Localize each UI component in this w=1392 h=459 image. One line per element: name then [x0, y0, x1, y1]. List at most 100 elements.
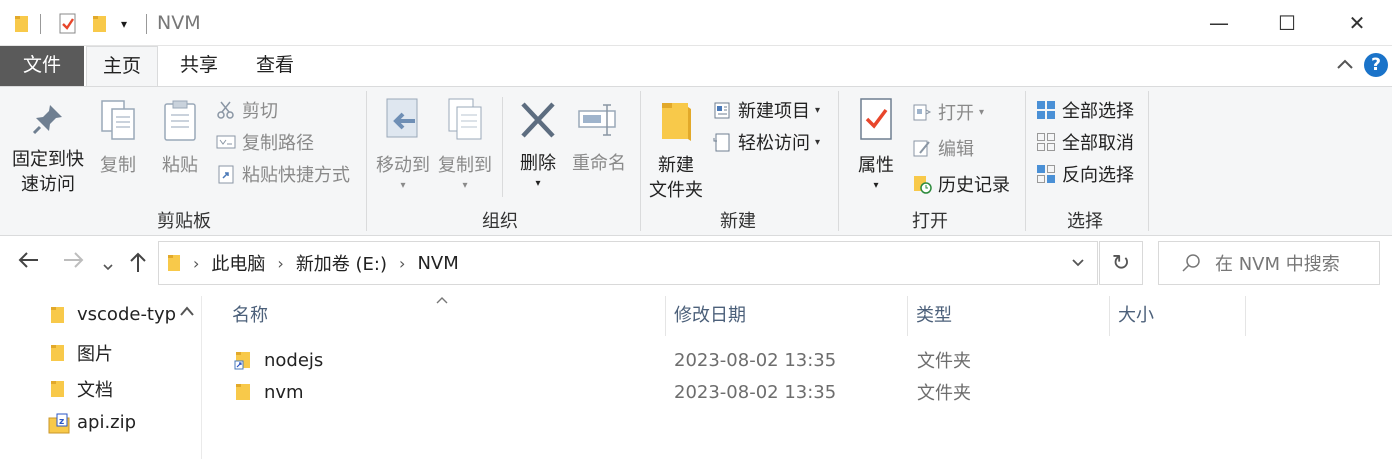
collapse-ribbon-icon[interactable]: [1336, 56, 1354, 74]
window-title: NVM: [157, 12, 201, 34]
history-icon: [912, 174, 932, 194]
nav-item-label: 图片: [77, 344, 113, 365]
group-divider: [1025, 91, 1026, 231]
properties-quick-icon[interactable]: [58, 12, 78, 36]
back-arrow-icon[interactable]: [16, 250, 40, 276]
group-label-new: 新建: [720, 211, 756, 232]
nav-item-api-zip[interactable]: z api.zip: [48, 412, 136, 433]
search-icon: [1181, 253, 1201, 273]
move-to-button[interactable]: 移动到 ▾: [372, 97, 434, 192]
nav-item-label: vscode-typ: [77, 304, 177, 325]
column-header-type[interactable]: 类型: [908, 296, 1110, 336]
column-header-name[interactable]: 名称: [224, 296, 666, 336]
search-box[interactable]: 在 NVM 中搜索: [1158, 241, 1380, 285]
open-caret: ▾: [979, 106, 985, 118]
select-all-icon: [1036, 100, 1056, 120]
copy-icon: [94, 99, 142, 150]
file-list: 名称 修改日期 类型 大小 nodejs 2023-08-02 13:35 文件…: [204, 296, 1392, 459]
minimize-button[interactable]: —: [1184, 0, 1254, 46]
title-bar: ▾ NVM — ☐ ✕: [0, 0, 1392, 46]
breadcrumb-separator-icon[interactable]: ›: [399, 254, 405, 273]
tab-file[interactable]: 文件: [0, 46, 84, 86]
file-type: 文件夹: [917, 383, 971, 404]
new-item-caret: ▾: [815, 104, 821, 116]
address-bar[interactable]: › 此电脑 › 新加卷 (E:) › NVM: [158, 241, 1098, 285]
folder-shortcut-icon: [234, 350, 254, 370]
properties-button[interactable]: 属性 ▾: [850, 97, 902, 192]
group-divider: [1148, 91, 1149, 231]
help-button[interactable]: ?: [1364, 53, 1388, 77]
nav-item-vscode-typ[interactable]: vscode-typ: [48, 304, 176, 325]
select-all-button[interactable]: 全部选择: [1036, 97, 1134, 123]
copy-path-icon: [216, 132, 236, 152]
history-button[interactable]: 历史记录: [912, 171, 1010, 197]
breadcrumb-separator-icon[interactable]: ›: [277, 254, 283, 273]
invert-selection-button[interactable]: 反向选择: [1036, 161, 1134, 187]
new-folder-label-line2: 文件夹: [649, 179, 703, 201]
table-row[interactable]: nvm 2023-08-02 13:35 文件夹: [204, 376, 1264, 408]
nav-item-documents[interactable]: 文档: [48, 376, 113, 402]
easy-access-button[interactable]: 轻松访问 ▾: [712, 129, 820, 155]
history-label: 历史记录: [938, 175, 1010, 196]
paste-shortcut-button[interactable]: 粘贴快捷方式: [216, 161, 350, 187]
folder-icon: [14, 12, 30, 36]
new-folder-button[interactable]: 新建 文件夹: [646, 99, 706, 203]
refresh-icon: ↻: [1111, 250, 1131, 276]
divider: [40, 14, 41, 34]
easy-access-icon: [712, 132, 732, 152]
column-header-date-modified[interactable]: 修改日期: [666, 296, 908, 336]
refresh-button[interactable]: ↻: [1099, 241, 1143, 285]
file-name: nodejs: [264, 349, 324, 371]
file-date: 2023-08-02 13:35: [674, 381, 837, 403]
breadcrumb-current-folder[interactable]: NVM: [417, 253, 458, 274]
file-name: nvm: [264, 381, 304, 403]
up-arrow-icon[interactable]: [128, 250, 148, 280]
table-row[interactable]: nodejs 2023-08-02 13:35 文件夹: [204, 344, 1264, 376]
group-divider: [366, 91, 367, 231]
rename-button[interactable]: 重命名: [570, 99, 628, 177]
copy-button[interactable]: 复制: [94, 99, 142, 179]
open-button[interactable]: 打开 ▾: [912, 99, 984, 125]
address-history-chevron-icon[interactable]: [1071, 256, 1085, 270]
rename-icon: [570, 99, 628, 148]
tab-share[interactable]: 共享: [166, 46, 232, 86]
paste-button[interactable]: 粘贴: [156, 99, 204, 179]
close-button[interactable]: ✕: [1322, 0, 1392, 46]
copy-to-caret: ▾: [462, 179, 468, 191]
customize-quick-access-icon[interactable]: ▾: [121, 12, 127, 36]
zip-icon: z: [48, 413, 70, 433]
cut-button[interactable]: 剪切: [216, 97, 278, 123]
select-none-button[interactable]: 全部取消: [1036, 129, 1134, 155]
cut-label: 剪切: [242, 101, 278, 122]
easy-access-caret: ▾: [815, 136, 821, 148]
tab-home[interactable]: 主页: [86, 46, 158, 87]
forward-arrow-icon[interactable]: [62, 250, 86, 276]
delete-x-icon: [512, 99, 564, 148]
breadcrumb-separator-icon[interactable]: ›: [193, 254, 199, 273]
file-name-cell: nvm: [234, 382, 304, 403]
new-item-button[interactable]: 新建项目 ▾: [712, 97, 820, 123]
column-header-size[interactable]: 大小: [1110, 296, 1246, 336]
select-none-label: 全部取消: [1062, 133, 1134, 154]
breadcrumb-this-pc[interactable]: 此电脑: [211, 250, 265, 276]
nav-item-pictures[interactable]: 图片: [48, 340, 113, 366]
copy-path-button[interactable]: 复制路径: [216, 129, 314, 155]
copy-to-button[interactable]: 复制到 ▾: [434, 97, 496, 192]
new-folder-quick-icon[interactable]: [92, 12, 108, 36]
paste-shortcut-icon: [216, 164, 236, 184]
search-placeholder: 在 NVM 中搜索: [1215, 254, 1340, 275]
copy-path-label: 复制路径: [242, 133, 314, 154]
navigation-pane: vscode-typ 图片 文档 z api.zip: [0, 296, 202, 459]
scroll-up-icon[interactable]: [180, 304, 194, 320]
invert-selection-label: 反向选择: [1062, 165, 1134, 186]
delete-button[interactable]: 删除 ▾: [512, 99, 564, 190]
select-none-icon: [1036, 132, 1056, 152]
pin-quick-access-button[interactable]: 固定到快 速访问: [10, 101, 86, 197]
rename-label: 重命名: [572, 153, 626, 175]
tab-view[interactable]: 查看: [242, 46, 308, 86]
recent-locations-chevron-icon[interactable]: [102, 254, 114, 279]
edit-button[interactable]: 编辑: [912, 135, 974, 161]
copy-to-icon: [434, 97, 496, 150]
breadcrumb-drive[interactable]: 新加卷 (E:): [296, 250, 387, 276]
maximize-button[interactable]: ☐: [1252, 0, 1322, 46]
